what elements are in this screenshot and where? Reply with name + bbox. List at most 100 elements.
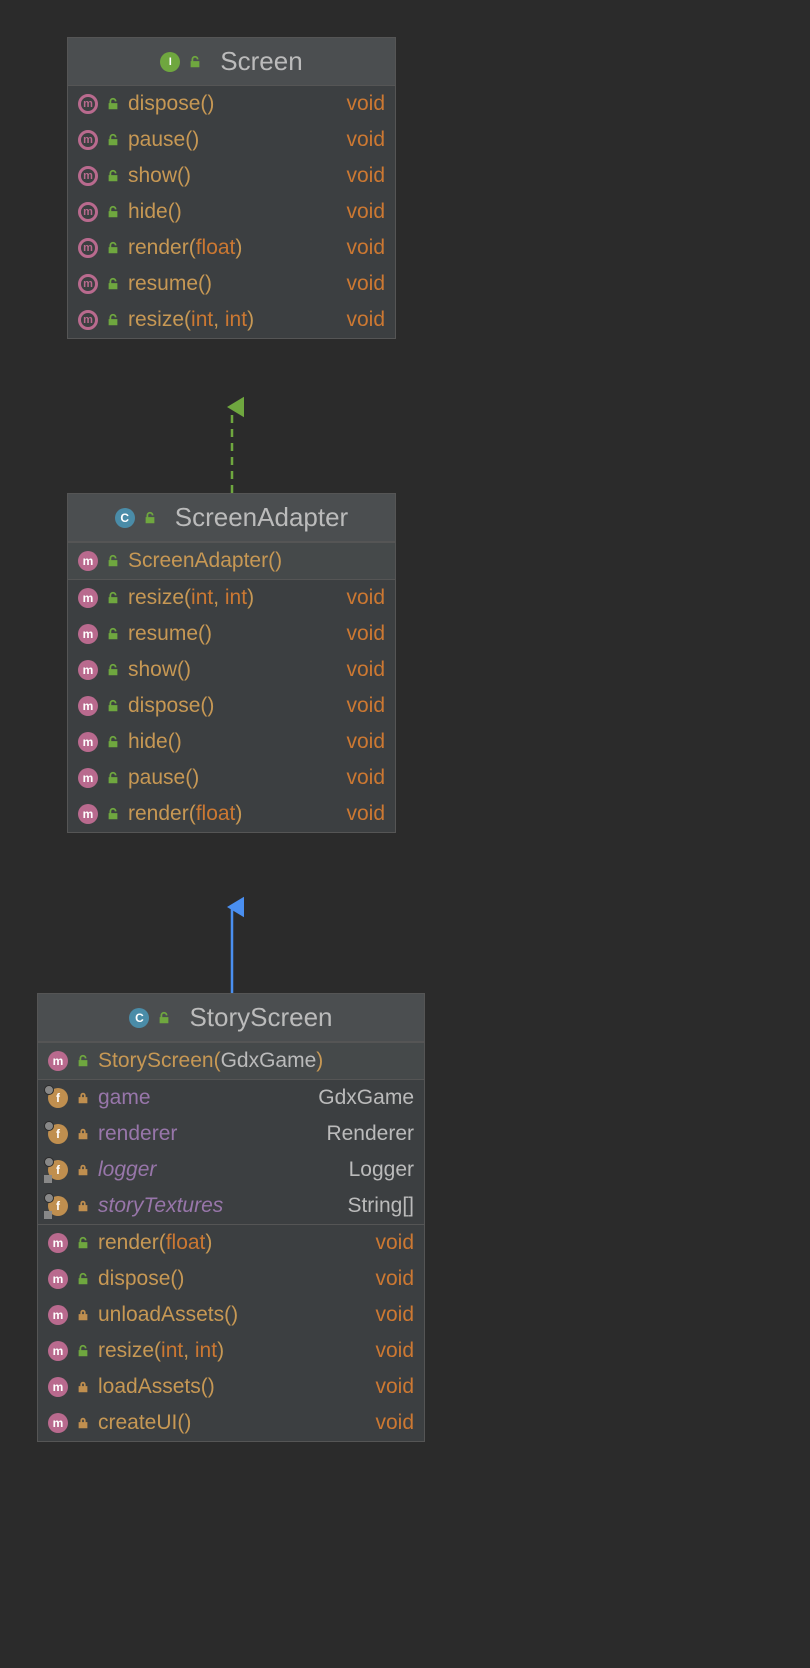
member-row[interactable]: mshow()void (68, 158, 395, 194)
member-row[interactable]: mresize(int, int)void (68, 302, 395, 338)
member-row[interactable]: m ScreenAdapter() (68, 543, 395, 579)
class-header: C ScreenAdapter (68, 494, 395, 542)
member-signature: show() (128, 164, 338, 188)
method-icon: m (78, 551, 98, 571)
method-icon: m (48, 1341, 68, 1361)
return-type: void (375, 1231, 414, 1255)
lock-icon (76, 1416, 90, 1430)
member-signature: show() (128, 658, 338, 682)
member-row[interactable]: mdispose()void (68, 688, 395, 724)
unlock-icon (106, 277, 120, 291)
member-row[interactable]: mresume()void (68, 266, 395, 302)
unlock-icon (106, 663, 120, 677)
field-name: game (98, 1086, 310, 1110)
member-row[interactable]: mdispose()void (38, 1261, 424, 1297)
fields-section: fgameGdxGamefrendererRendererfloggerLogg… (38, 1079, 424, 1224)
field-row[interactable]: frendererRenderer (38, 1116, 424, 1152)
return-type: void (375, 1375, 414, 1399)
member-row[interactable]: mloadAssets()void (38, 1369, 424, 1405)
class-box-screen[interactable]: I Screen m dispose() void m pause() void m show… (67, 37, 396, 339)
return-type: void (346, 308, 385, 332)
field-row[interactable]: fgameGdxGame (38, 1080, 424, 1116)
field-row[interactable]: floggerLogger (38, 1152, 424, 1188)
member-row[interactable]: mresize(int, int)void (68, 580, 395, 616)
field-type: GdxGame (318, 1086, 414, 1110)
member-signature: resize(int, int) (98, 1339, 367, 1363)
member-row[interactable]: mrender(float)void (38, 1225, 424, 1261)
class-title: ScreenAdapter (175, 502, 348, 533)
member-signature: resume() (128, 622, 338, 646)
class-header: I Screen (68, 38, 395, 86)
abstract-method-icon: m (78, 310, 98, 330)
lock-icon (76, 1091, 90, 1105)
member-signature: pause() (128, 766, 338, 790)
field-name: logger (98, 1158, 341, 1182)
unlock-icon (106, 97, 120, 111)
method-icon: m (48, 1051, 68, 1071)
member-row[interactable]: m StoryScreen(GdxGame) (38, 1043, 424, 1079)
return-type: void (346, 802, 385, 826)
method-icon: m (78, 696, 98, 716)
abstract-method-icon: m (78, 202, 98, 222)
return-type: void (346, 586, 385, 610)
method-icon: m (78, 660, 98, 680)
member-signature: render(float) (128, 236, 338, 260)
member-signature: ScreenAdapter() (128, 549, 385, 573)
method-icon: m (48, 1305, 68, 1325)
lock-icon (76, 1163, 90, 1177)
member-signature: pause() (128, 128, 338, 152)
member-row[interactable]: mresize(int, int)void (38, 1333, 424, 1369)
return-type: void (375, 1267, 414, 1291)
return-type: void (346, 92, 385, 116)
member-signature: dispose() (128, 92, 338, 116)
unlock-icon (106, 807, 120, 821)
return-type: void (375, 1411, 414, 1435)
unlock-icon (106, 205, 120, 219)
class-header: C StoryScreen (38, 994, 424, 1042)
member-row[interactable]: munloadAssets()void (38, 1297, 424, 1333)
method-icon: m (78, 732, 98, 752)
unlock-icon (106, 169, 120, 183)
member-row[interactable]: mrender(float)void (68, 796, 395, 832)
class-box-storyscreen[interactable]: C StoryScreen mStoryScreen(GdxGame) fgam… (37, 993, 425, 1442)
member-row[interactable]: mhide()void (68, 724, 395, 760)
implements-arrow-icon (220, 395, 244, 493)
return-type: void (346, 200, 385, 224)
abstract-method-icon: m (78, 166, 98, 186)
field-row[interactable]: fstoryTexturesString[] (38, 1188, 424, 1224)
field-name: storyTextures (98, 1194, 339, 1218)
method-icon: m (78, 624, 98, 644)
member-row[interactable]: mcreateUI()void (38, 1405, 424, 1441)
method-icon: m (48, 1233, 68, 1253)
return-type: void (346, 622, 385, 646)
member-row[interactable]: mhide()void (68, 194, 395, 230)
member-row[interactable]: m resume() void (68, 616, 395, 652)
lock-icon (76, 1380, 90, 1394)
unlock-icon (76, 1272, 90, 1286)
unlock-icon (188, 55, 202, 69)
return-type: void (346, 658, 385, 682)
member-row[interactable]: mdispose()void (68, 86, 395, 122)
member-row[interactable]: mpause()void (68, 122, 395, 158)
field-name: renderer (98, 1122, 318, 1146)
extends-arrow-icon (220, 895, 244, 993)
return-type: void (375, 1303, 414, 1327)
member-row[interactable]: mrender(float)void (68, 230, 395, 266)
method-icon: m (78, 588, 98, 608)
constructors-section: m StoryScreen(GdxGame) (38, 1042, 424, 1079)
return-type: void (346, 236, 385, 260)
class-box-screenadapter[interactable]: C ScreenAdapter m ScreenAdapter() mresize… (67, 493, 396, 833)
member-signature: render(float) (128, 802, 338, 826)
member-row[interactable]: m show() void (68, 652, 395, 688)
class-title: Screen (220, 46, 302, 77)
abstract-method-icon: m (78, 130, 98, 150)
unlock-icon (143, 511, 157, 525)
unlock-icon (106, 133, 120, 147)
class-title: StoryScreen (189, 1002, 332, 1033)
member-signature: StoryScreen(GdxGame) (98, 1049, 414, 1073)
member-row[interactable]: mpause()void (68, 760, 395, 796)
return-type: void (346, 272, 385, 296)
unlock-icon (106, 591, 120, 605)
method-icon: m (48, 1377, 68, 1397)
abstract-method-icon: m (78, 274, 98, 294)
